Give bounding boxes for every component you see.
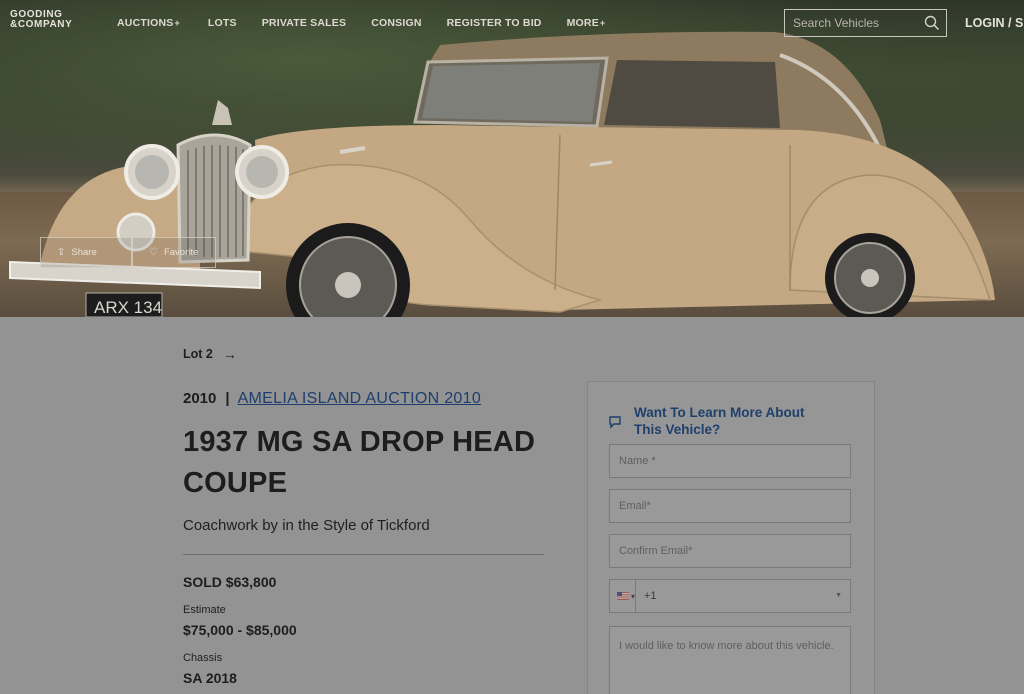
lot-number: Lot 2	[183, 347, 213, 361]
top-navigation: GOODING &COMPANY AUCTIONS+ LOTS PRIVATE …	[0, 0, 1024, 46]
inquiry-form-header: Want To Learn More About This Vehicle?	[608, 404, 834, 438]
flag-caret-icon: ▾	[630, 591, 635, 601]
coachwork-text: Coachwork by in the Style of Tickford	[183, 517, 430, 534]
share-icon: ⇪	[57, 247, 66, 258]
us-flag-icon	[617, 592, 629, 600]
auction-separator: |	[225, 390, 230, 407]
email-input[interactable]	[619, 500, 839, 512]
confirm-email-input[interactable]	[619, 545, 839, 557]
nav-item-consign[interactable]: CONSIGN	[371, 17, 421, 29]
nav-item-register-to-bid[interactable]: REGISTER TO BID	[447, 17, 542, 29]
login-signup-link[interactable]: LOGIN / SIG	[965, 16, 1024, 30]
nav-links: AUCTIONS+ LOTS PRIVATE SALES CONSIGN REG…	[117, 17, 605, 29]
nav-item-more[interactable]: MORE+	[567, 17, 606, 29]
share-button[interactable]: ⇪ Share	[40, 237, 132, 268]
inquiry-form-title: Want To Learn More About This Vehicle?	[634, 405, 805, 437]
sold-price: SOLD $63,800	[183, 574, 277, 590]
favorite-label: Favorite	[163, 247, 199, 258]
auction-line: 2010 | AMELIA ISLAND AUCTION 2010	[183, 390, 481, 408]
chassis-label: Chassis	[183, 652, 223, 664]
phone-field[interactable]: ▾ +1 ▼	[609, 579, 851, 613]
car-illustration: ARX 134	[9, 31, 995, 317]
search-box	[784, 9, 947, 37]
share-label: Share	[71, 247, 97, 258]
estimate-label: Estimate	[183, 604, 226, 616]
divider	[183, 554, 544, 555]
nav-item-private-sales[interactable]: PRIVATE SALES	[262, 17, 346, 29]
search-input[interactable]	[793, 16, 923, 30]
chevron-down-icon[interactable]: ▼	[835, 592, 842, 599]
estimate-value: $75,000 - $85,000	[183, 622, 297, 638]
lot-navigation[interactable]: Lot 2 →	[183, 346, 237, 362]
chat-icon	[609, 416, 621, 429]
lot-title: 1937 MG SA DROP HEAD COUPE	[183, 426, 536, 499]
license-plate-text: ARX 134	[94, 298, 162, 317]
nav-item-lots[interactable]: LOTS	[208, 17, 237, 29]
arrow-right-icon[interactable]: →	[223, 346, 237, 362]
confirm-email-field	[609, 534, 851, 568]
email-field	[609, 489, 851, 523]
hero-image: ARX 134 ⇪ Share ♡ Favorite	[0, 0, 1024, 317]
message-field	[609, 626, 851, 694]
auction-link[interactable]: AMELIA ISLAND AUCTION 2010	[238, 390, 481, 408]
auction-year: 2010	[183, 390, 217, 407]
brand-logo[interactable]: GOODING &COMPANY	[10, 10, 72, 30]
logo-line-2: &COMPANY	[10, 19, 73, 30]
country-flag-selector[interactable]: ▾	[610, 580, 636, 612]
nav-item-auctions[interactable]: AUCTIONS+	[117, 17, 180, 29]
message-textarea[interactable]	[619, 638, 843, 688]
name-input[interactable]	[619, 455, 839, 467]
search-icon[interactable]	[924, 15, 940, 31]
name-field	[609, 444, 851, 478]
heart-icon: ♡	[149, 247, 158, 258]
chassis-value: SA 2018	[183, 670, 237, 686]
favorite-button[interactable]: ♡ Favorite	[132, 237, 216, 268]
phone-country-code: +1	[644, 590, 657, 602]
